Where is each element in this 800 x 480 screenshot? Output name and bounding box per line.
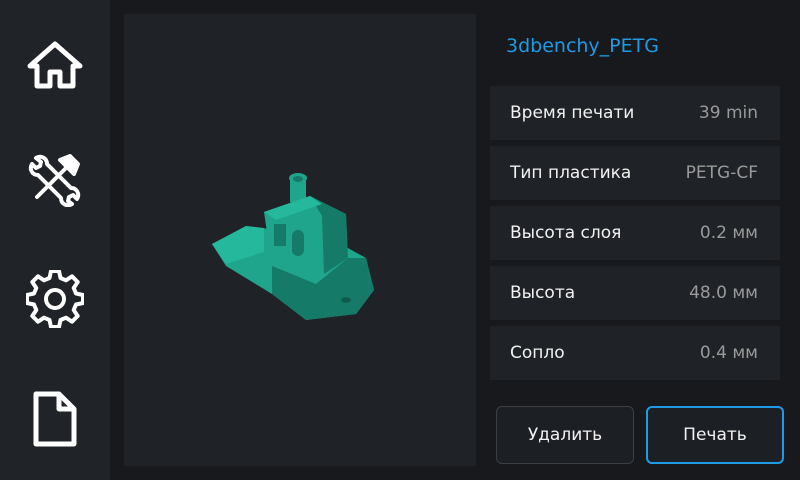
print-button[interactable]: Печать	[646, 406, 784, 464]
sidebar-item-tools[interactable]	[15, 134, 95, 224]
property-label: Высота слоя	[510, 223, 622, 243]
property-value: PETG-CF	[685, 163, 758, 183]
sidebar-item-home[interactable]	[15, 20, 95, 110]
sidebar	[0, 0, 110, 480]
property-label: Сопло	[510, 343, 565, 363]
property-value: 48.0 мм	[689, 283, 758, 303]
property-label: Тип пластика	[510, 163, 632, 183]
property-label: Время печати	[510, 103, 635, 123]
property-row-filament-type: Тип пластика PETG-CF	[490, 146, 780, 200]
file-name-title: 3dbenchy_PETG	[506, 35, 659, 57]
home-icon	[27, 41, 83, 89]
file-info-panel: 3dbenchy_PETG Время печати 39 min Тип пл…	[490, 14, 786, 466]
property-row-nozzle: Сопло 0.4 мм	[490, 326, 780, 380]
property-value: 0.4 мм	[699, 343, 758, 363]
property-value: 0.2 мм	[699, 223, 758, 243]
property-row-print-time: Время печати 39 min	[490, 86, 780, 140]
property-label: Высота	[510, 283, 576, 303]
delete-button[interactable]: Удалить	[496, 406, 634, 464]
sidebar-item-files[interactable]	[15, 374, 95, 464]
property-value: 39 min	[698, 103, 758, 123]
model-preview	[124, 14, 476, 466]
property-row-height: Высота 48.0 мм	[490, 266, 780, 320]
benchy-model-image	[212, 173, 374, 320]
property-row-layer-height: Высота слоя 0.2 мм	[490, 206, 780, 260]
print-file-screen: 3dbenchy_PETG Время печати 39 min Тип пл…	[0, 0, 800, 480]
sidebar-item-settings[interactable]	[15, 254, 95, 344]
file-icon	[33, 391, 77, 447]
tools-icon	[28, 154, 81, 207]
gear-icon	[26, 270, 84, 328]
